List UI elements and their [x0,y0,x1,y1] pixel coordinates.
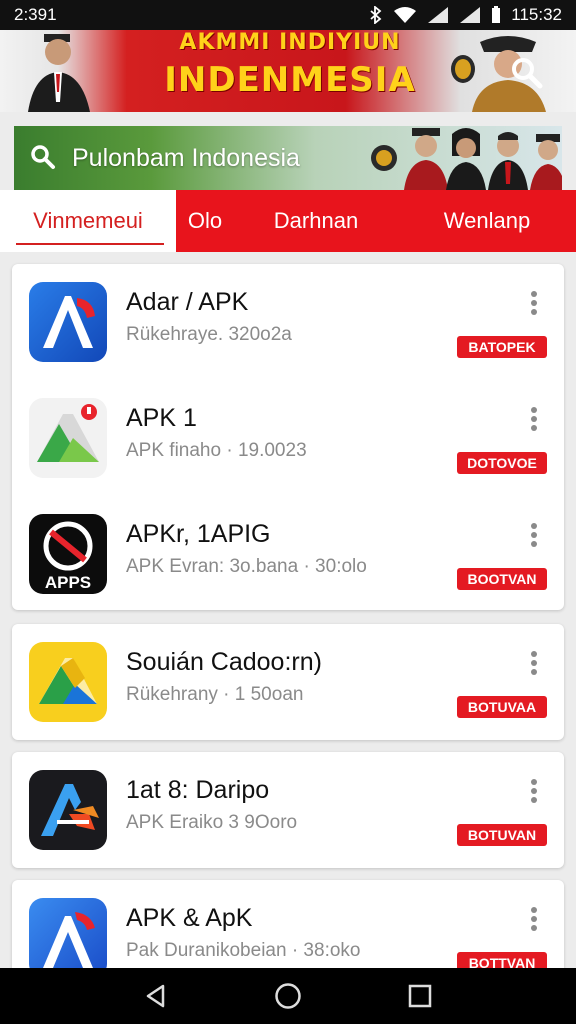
app-name: 1at 8: Daripo [126,776,270,804]
more-options-icon[interactable] [524,288,544,318]
category-tabs: Vinmemeui Olo Darhnan Wenlanp [0,190,576,252]
banner-title-line2: INDENMESIA [164,60,416,100]
download-button[interactable]: BOOTVAN [457,568,547,590]
download-button[interactable]: BOTUVAN [457,824,547,846]
more-options-icon[interactable] [524,520,544,550]
banner-portrait-left [28,34,90,112]
download-button[interactable]: BOTUVAA [457,696,547,718]
app-icon: APPS [29,514,107,594]
tab-wenlanp[interactable]: Wenlanp [398,190,576,252]
status-time: 2:391 [14,5,57,24]
app-subtitle: APK Evran: 3o.bana · 30:olo [126,556,367,577]
tab-vinmemeui[interactable]: Vinmemeui [0,190,176,252]
download-button[interactable]: BATOPEK [457,336,547,358]
status-clock: 115:32 [511,5,562,24]
more-options-icon[interactable] [524,648,544,678]
app-name: Souián Cadoo:rn) [126,648,322,676]
app-icon [29,642,107,722]
search-icon [31,145,55,169]
tab-olo[interactable]: Olo [176,190,234,252]
app-subtitle: APK finaho · 19.0023 [126,440,307,461]
signal-icon [428,7,449,23]
list-item[interactable]: Souián Cadoo:rn) Rükehrany · 1 50oan BOT… [12,624,564,740]
signal-icon [460,7,481,23]
emblem-icon [371,145,397,171]
app-name: APK & ApK [126,904,253,932]
app-subtitle: Rükehraye. 320o2a [126,324,292,345]
search-text: Pulonbam Indonesia [72,144,300,172]
bluetooth-icon [370,6,382,24]
recents-icon[interactable] [407,983,433,1009]
svg-text:APPS: APPS [45,573,91,592]
app-list-card: Adar / APK Rükehraye. 320o2a BATOPEK APK… [12,264,564,610]
status-bar: 2:391 115:32 [0,0,576,30]
more-options-icon[interactable] [524,404,544,434]
app-subtitle: APK Eraiko 3 9Ooro [126,812,298,833]
status-icons: 115:32 [369,5,562,25]
app-name: Adar / APK [126,288,249,316]
app-name: APKr, 1APIG [126,520,271,548]
download-button[interactable]: DOTOVOE [457,452,547,474]
app-icon [29,398,107,478]
tab-darhnan[interactable]: Darhnan [234,190,398,252]
app-subtitle: Rükehrany · 1 50oan [126,684,304,705]
header-banner: AKMMI INDIYIUN INDENMESIA [0,30,576,112]
search-icon[interactable] [510,56,544,90]
app-name: APK 1 [126,404,197,432]
app-icon [29,282,107,362]
back-icon[interactable] [143,983,169,1009]
home-icon[interactable] [274,982,302,1010]
app-icon [29,770,107,850]
wifi-icon [394,7,417,23]
list-item[interactable]: APPS APKr, 1APIG APK Evran: 3o.bana · 30… [12,496,564,612]
app-subtitle: Pak Duranikobeian · 38:oko [126,940,361,961]
more-options-icon[interactable] [524,904,544,934]
app-icon [29,898,107,978]
app-list-card: 1at 8: Daripo APK Eraiko 3 9Ooro BOTUVAN [12,752,564,868]
app-list-card: Souián Cadoo:rn) Rükehrany · 1 50oan BOT… [12,624,564,740]
list-item[interactable]: APK 1 APK finaho · 19.0023 DOTOVOE [12,380,564,496]
list-item[interactable]: Adar / APK Rükehraye. 320o2a BATOPEK [12,264,564,380]
more-options-icon[interactable] [524,776,544,806]
battery-icon [492,6,501,23]
list-item[interactable]: 1at 8: Daripo APK Eraiko 3 9Ooro BOTUVAN [12,752,564,868]
banner-title-line1: AKMMI INDIYIUN [179,30,401,55]
system-nav-bar [0,968,576,1024]
officials-group-image [404,128,562,190]
search-bar[interactable]: Pulonbam Indonesia [14,126,562,190]
